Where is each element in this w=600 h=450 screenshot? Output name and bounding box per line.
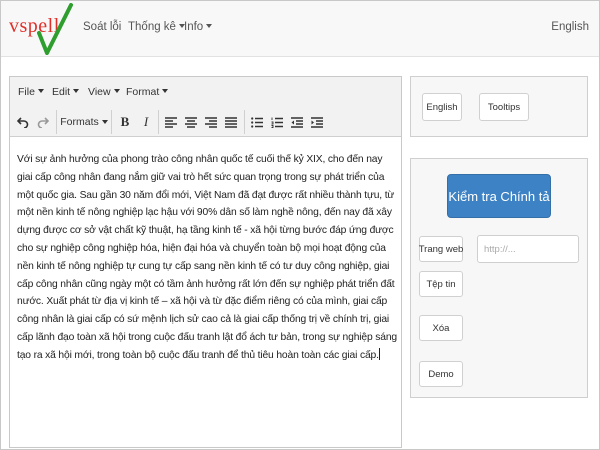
redo-button[interactable] bbox=[34, 111, 52, 133]
outdent-button[interactable] bbox=[288, 111, 306, 133]
tooltips-button[interactable]: Tooltips bbox=[479, 93, 529, 121]
chevron-down-icon bbox=[206, 24, 213, 28]
chevron-down-icon bbox=[101, 120, 108, 124]
english-button[interactable]: English bbox=[422, 93, 462, 121]
italic-button[interactable]: I bbox=[137, 111, 155, 133]
editor-content[interactable]: Với sự ảnh hưởng của phong trào công nhâ… bbox=[17, 151, 397, 365]
indent-button[interactable] bbox=[308, 111, 326, 133]
formats-dropdown[interactable]: Formats bbox=[60, 111, 108, 133]
nav-spellcheck[interactable]: Soát lỗi bbox=[83, 21, 121, 33]
editor-toolbar: Formats B I bbox=[10, 107, 401, 137]
nav-info[interactable]: Info bbox=[184, 21, 213, 33]
text-editor: File Edit View Format Formats B I Với sự… bbox=[9, 76, 402, 448]
nav-statistics[interactable]: Thống kê bbox=[128, 21, 185, 33]
toolbar-divider bbox=[56, 110, 57, 134]
align-justify-button[interactable] bbox=[222, 111, 240, 133]
outdent-icon bbox=[291, 116, 303, 128]
align-center-icon bbox=[185, 116, 197, 128]
align-right-icon bbox=[205, 116, 217, 128]
options-panel: English Tooltips bbox=[410, 76, 588, 137]
numbered-list-icon bbox=[271, 117, 283, 128]
spellcheck-panel: Kiểm tra Chính tả Trang web http://... T… bbox=[410, 158, 588, 398]
bullet-list-button[interactable] bbox=[248, 111, 266, 133]
chevron-down-icon bbox=[37, 89, 44, 93]
menu-edit[interactable]: Edit bbox=[52, 86, 80, 98]
undo-button[interactable] bbox=[14, 111, 32, 133]
text-cursor bbox=[378, 347, 380, 360]
align-right-button[interactable] bbox=[202, 111, 220, 133]
checkmark-icon bbox=[37, 3, 73, 55]
menu-view[interactable]: View bbox=[88, 86, 120, 98]
toolbar-divider bbox=[111, 110, 112, 134]
align-center-button[interactable] bbox=[182, 111, 200, 133]
language-link[interactable]: English bbox=[551, 21, 589, 33]
editor-text: Với sự ảnh hưởng của phong trào công nhâ… bbox=[17, 154, 398, 361]
chevron-down-icon bbox=[73, 89, 80, 93]
menu-format[interactable]: Format bbox=[126, 86, 169, 98]
chevron-down-icon bbox=[113, 89, 120, 93]
demo-button[interactable]: Demo bbox=[419, 361, 463, 387]
align-justify-icon bbox=[225, 116, 237, 128]
bullet-list-icon bbox=[251, 116, 263, 128]
toolbar-divider bbox=[244, 110, 245, 134]
webpage-button[interactable]: Trang web bbox=[419, 236, 463, 262]
check-spelling-button[interactable]: Kiểm tra Chính tả bbox=[447, 174, 551, 218]
undo-icon bbox=[17, 117, 29, 128]
delete-button[interactable]: Xóa bbox=[419, 315, 463, 341]
chevron-down-icon bbox=[162, 89, 169, 93]
file-button[interactable]: Tệp tin bbox=[419, 271, 463, 297]
toolbar-divider bbox=[158, 110, 159, 134]
vspell-logo[interactable]: vspell bbox=[9, 3, 73, 57]
indent-icon bbox=[311, 116, 323, 128]
align-left-icon bbox=[165, 116, 177, 128]
url-input[interactable]: http://... bbox=[477, 235, 579, 263]
numbered-list-button[interactable] bbox=[268, 111, 286, 133]
editor-menubar: File Edit View Format bbox=[10, 77, 401, 107]
bold-button[interactable]: B bbox=[116, 111, 134, 133]
menu-file[interactable]: File bbox=[18, 86, 44, 98]
redo-icon bbox=[37, 117, 49, 128]
align-left-button[interactable] bbox=[162, 111, 180, 133]
top-navbar: vspell Soát lỗi Thống kê Info English bbox=[1, 1, 599, 57]
